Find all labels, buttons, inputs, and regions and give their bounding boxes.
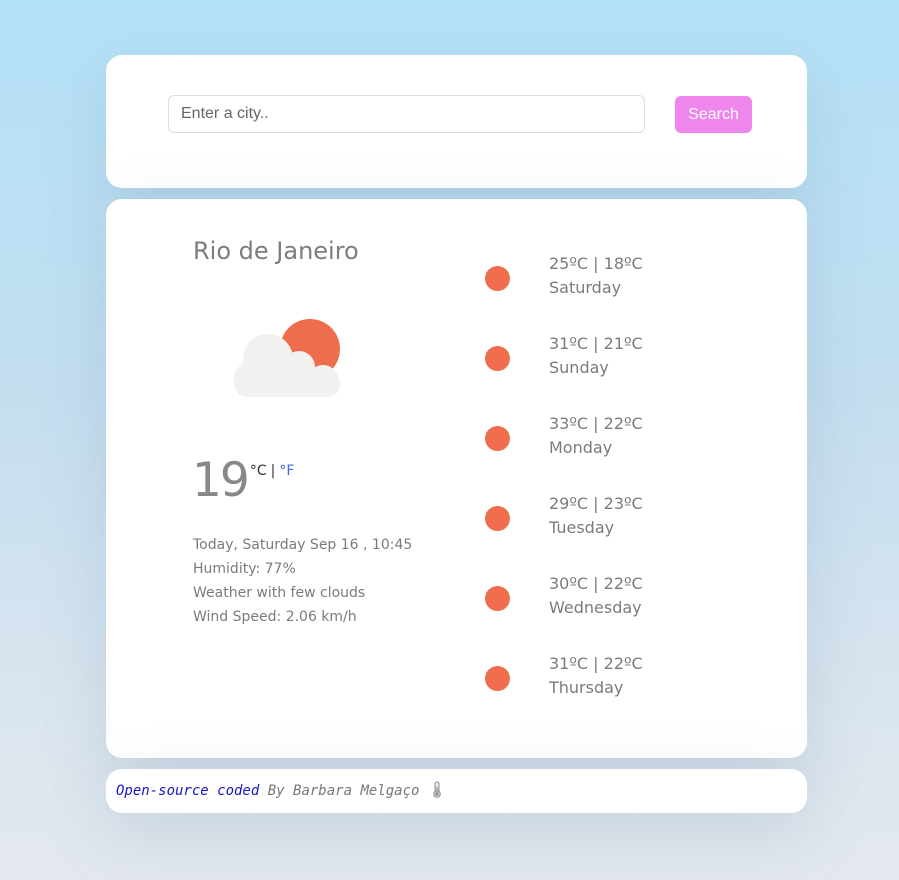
forecast-day: Monday: [549, 438, 613, 457]
search-input[interactable]: [168, 95, 645, 133]
unit-separator: |: [270, 463, 276, 479]
cloud-with-sun-icon: [222, 315, 346, 403]
forecast-temps: 29ºC | 23ºC: [549, 494, 643, 513]
footer-author: By Barbara Melgaço: [259, 783, 420, 799]
footer-credit: Open-source coded By Barbara Melgaço: [116, 781, 442, 802]
forecast-day: Saturday: [549, 278, 622, 297]
date-time: Today, Saturday Sep 16 , 10:45: [193, 537, 413, 553]
search-card: Search: [106, 55, 807, 188]
forecast-weather-icon: [485, 666, 510, 691]
weather-details: Today, Saturday Sep 16 , 10:45 Humidity:…: [193, 533, 412, 629]
open-source-link[interactable]: Open-source coded: [116, 783, 259, 799]
forecast-temps: 31ºC | 21ºC: [549, 334, 643, 353]
celsius-unit[interactable]: °C: [250, 463, 267, 479]
city-name: Rio de Janeiro: [193, 237, 359, 265]
forecast-temps: 33ºC | 22ºC: [549, 414, 643, 433]
weather-description: Weather with few clouds: [193, 585, 366, 601]
fahrenheit-link[interactable]: °F: [279, 463, 294, 479]
current-temperature: 19 °C | °F: [192, 453, 294, 509]
forecast-temps: 30ºC | 22ºC: [549, 574, 643, 593]
forecast-day: Thursday: [549, 678, 624, 697]
forecast-temps: 25ºC | 18ºC: [549, 254, 643, 273]
weather-card: Rio de Janeiro 19 °C | °F Today, Saturda…: [106, 199, 807, 758]
forecast-temps: 31ºC | 22ºC: [549, 654, 643, 673]
humidity: Humidity: 77%: [193, 561, 296, 577]
forecast-day: Wednesday: [549, 598, 642, 617]
search-button[interactable]: Search: [675, 96, 752, 133]
thermometer-icon: [432, 781, 442, 802]
forecast-day: Sunday: [549, 358, 609, 377]
forecast-weather-icon: [485, 426, 510, 451]
temperature-value: 19: [192, 453, 250, 508]
forecast-weather-icon: [485, 506, 510, 531]
wind-speed: Wind Speed: 2.06 km/h: [193, 609, 357, 625]
footer-card: Open-source coded By Barbara Melgaço: [106, 769, 807, 813]
forecast-weather-icon: [485, 266, 510, 291]
forecast-weather-icon: [485, 586, 510, 611]
forecast-day: Tuesday: [549, 518, 615, 537]
forecast-weather-icon: [485, 346, 510, 371]
